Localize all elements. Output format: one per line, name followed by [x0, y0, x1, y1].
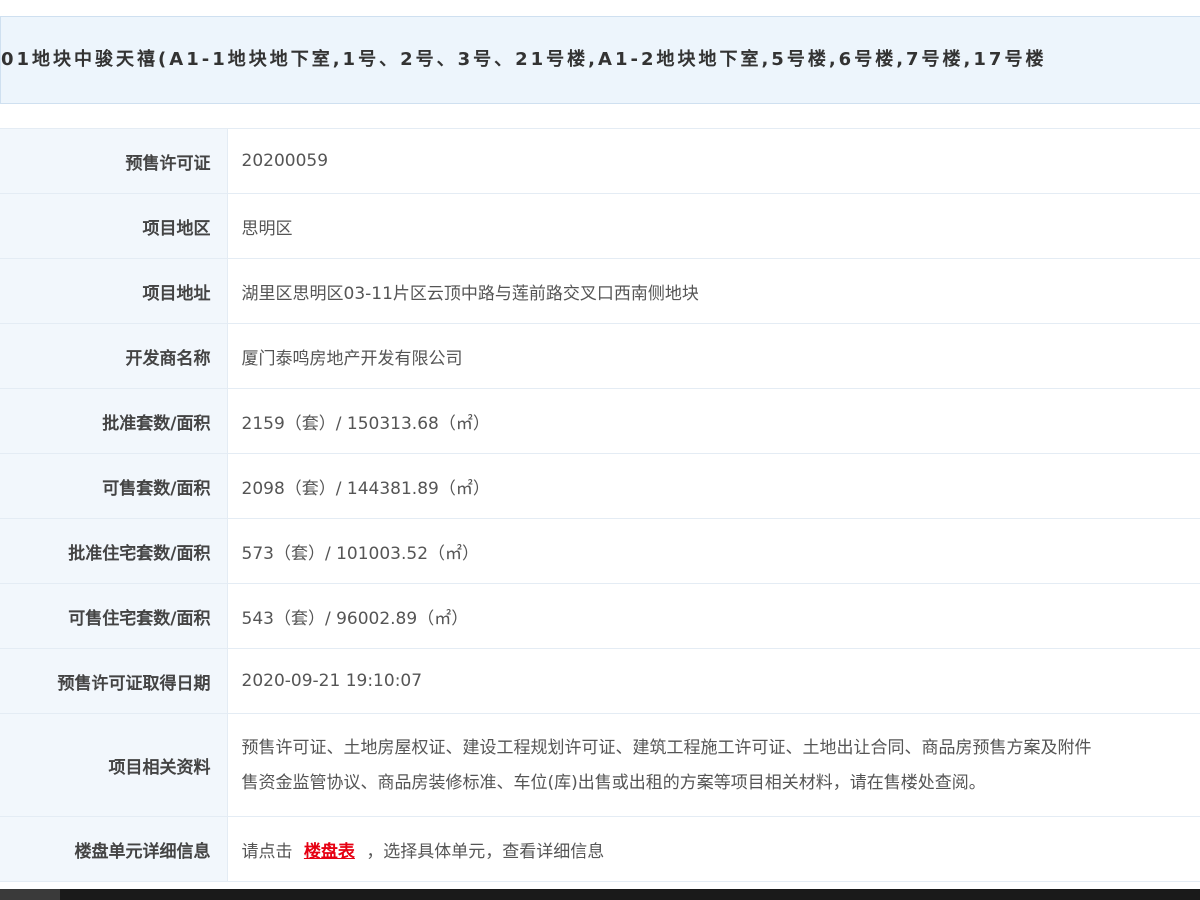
row-value: 2020-09-21 19:10:07 [227, 648, 1200, 714]
row-value: 思明区 [227, 193, 1200, 259]
row-label: 预售许可证取得日期 [0, 648, 228, 714]
building-table-link[interactable]: 楼盘表 [304, 842, 355, 862]
row-label: 批准套数/面积 [0, 388, 228, 454]
row-label: 开发商名称 [0, 323, 228, 389]
table-row: 可售住宅套数/面积 543（套）/ 96002.89（㎡） [0, 583, 1200, 649]
row-value: 厦门泰鸣房地产开发有限公司 [227, 323, 1200, 389]
row-value: 湖里区思明区03-11片区云顶中路与莲前路交叉口西南侧地块 [227, 258, 1200, 324]
info-table: 预售许可证 20200059 项目地区 思明区 项目地址 湖里区思明区03-11… [0, 128, 1200, 882]
materials-row: 项目相关资料 预售许可证、土地房屋权证、建设工程规划许可证、建筑工程施工许可证、… [0, 713, 1200, 817]
row-label: 批准住宅套数/面积 [0, 518, 228, 584]
unit-info-suffix: ，选择具体单元，查看详细信息 [366, 841, 605, 862]
table-row: 项目地址 湖里区思明区03-11片区云顶中路与莲前路交叉口西南侧地块 [0, 258, 1200, 324]
table-row: 可售套数/面积 2098（套）/ 144381.89（㎡） [0, 453, 1200, 519]
materials-value: 预售许可证、土地房屋权证、建设工程规划许可证、建筑工程施工许可证、土地出让合同、… [227, 713, 1200, 817]
materials-line-1: 预售许可证、土地房屋权证、建设工程规划许可证、建筑工程施工许可证、土地出让合同、… [241, 738, 1092, 758]
row-value: 543（套）/ 96002.89（㎡） [227, 583, 1200, 649]
materials-line-2: 售资金监管协议、商品房装修标准、车位(库)出售或出租的方案等项目相关材料，请在售… [241, 773, 986, 793]
table-row: 预售许可证 20200059 [0, 128, 1200, 194]
table-row: 开发商名称 厦门泰鸣房地产开发有限公司 [0, 323, 1200, 389]
row-label: 可售住宅套数/面积 [0, 583, 228, 649]
unit-info-prefix: 请点击 [241, 841, 293, 862]
project-title: 01地块中骏天禧(A1-1地块地下室,1号、2号、3号、21号楼,A1-2地块地… [1, 49, 1047, 70]
row-label: 项目地区 [0, 193, 228, 259]
materials-label: 项目相关资料 [0, 713, 228, 817]
title-bar: 01地块中骏天禧(A1-1地块地下室,1号、2号、3号、21号楼,A1-2地块地… [0, 16, 1200, 104]
table-row: 预售许可证取得日期 2020-09-21 19:10:07 [0, 648, 1200, 714]
unit-info-value: 请点击 楼盘表 ，选择具体单元，查看详细信息 [227, 816, 1200, 882]
row-label: 可售套数/面积 [0, 453, 228, 519]
row-label: 项目地址 [0, 258, 228, 324]
table-row: 批准套数/面积 2159（套）/ 150313.68（㎡） [0, 388, 1200, 454]
row-label: 预售许可证 [0, 128, 228, 194]
row-value: 2098（套）/ 144381.89（㎡） [227, 453, 1200, 519]
bottom-scrollbar[interactable] [0, 889, 1200, 900]
row-value: 573（套）/ 101003.52（㎡） [227, 518, 1200, 584]
scrollbar-thumb[interactable] [0, 889, 60, 900]
table-row: 项目地区 思明区 [0, 193, 1200, 259]
unit-info-label: 楼盘单元详细信息 [0, 816, 228, 882]
page: 01地块中骏天禧(A1-1地块地下室,1号、2号、3号、21号楼,A1-2地块地… [0, 0, 1200, 900]
row-value: 2159（套）/ 150313.68（㎡） [227, 388, 1200, 454]
table-row: 批准住宅套数/面积 573（套）/ 101003.52（㎡） [0, 518, 1200, 584]
unit-info-row: 楼盘单元详细信息 请点击 楼盘表 ，选择具体单元，查看详细信息 [0, 816, 1200, 882]
row-value: 20200059 [227, 128, 1200, 194]
